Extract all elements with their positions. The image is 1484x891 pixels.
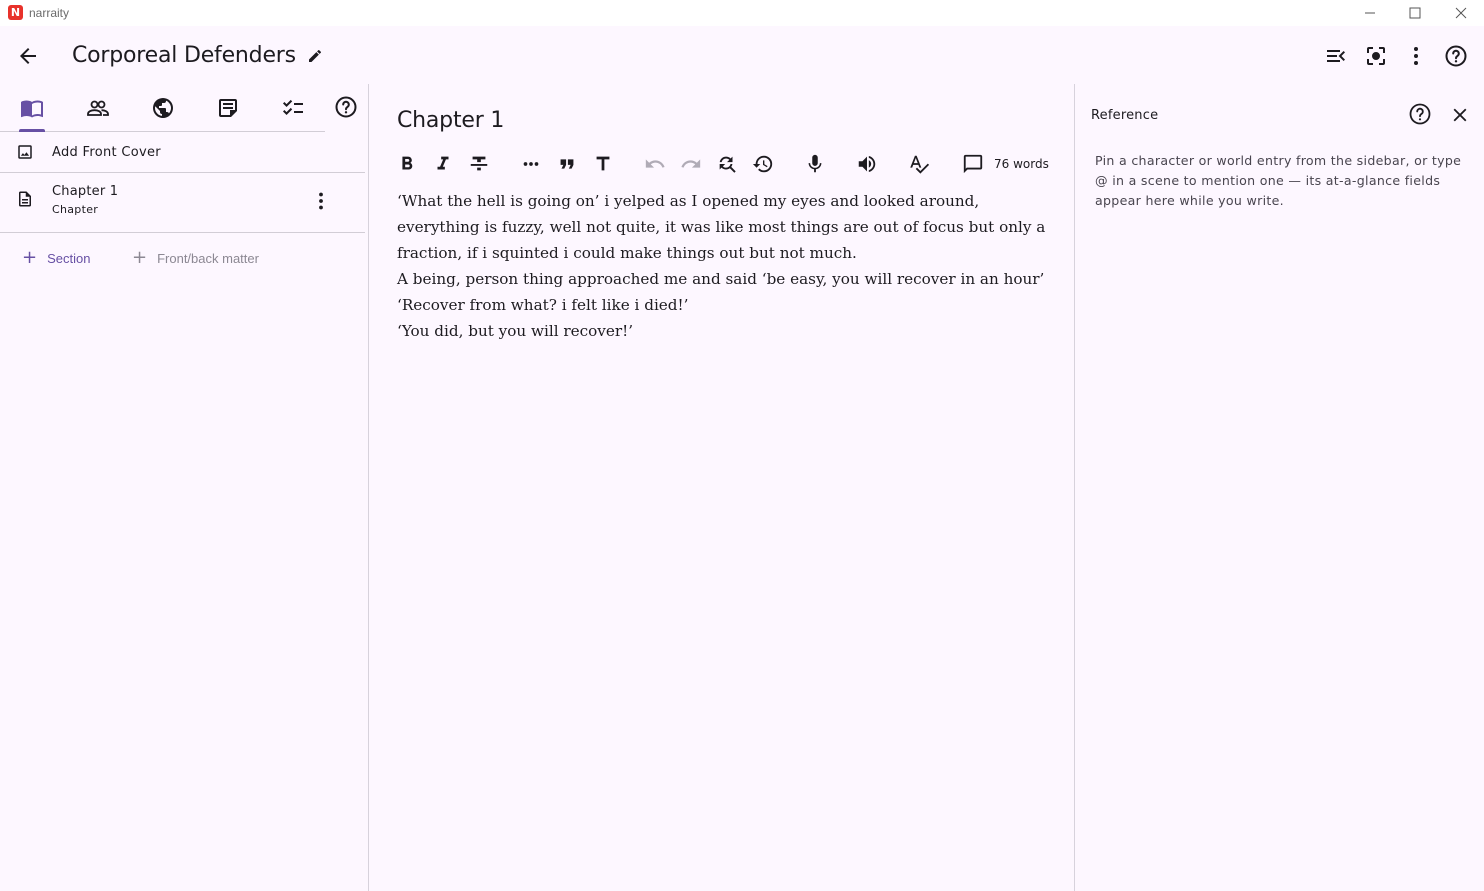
reference-title: Reference (1091, 108, 1159, 123)
add-section-button[interactable]: + Section (22, 248, 90, 268)
find-replace-icon (719, 156, 736, 173)
maximize-button[interactable] (1405, 3, 1425, 23)
book-title-text: Corporeal Defenders (72, 43, 296, 68)
globe-icon (153, 98, 173, 118)
redo-button[interactable] (679, 152, 703, 176)
help-icon[interactable] (1408, 102, 1432, 126)
more-options-button[interactable] (1402, 42, 1430, 70)
dictation-button[interactable] (803, 152, 827, 176)
volume-up-icon (858, 155, 876, 173)
focus-mode-button[interactable] (1362, 42, 1390, 70)
bold-icon (402, 156, 413, 170)
checklist-icon (283, 99, 303, 115)
plus-icon: + (22, 247, 38, 268)
title-icon (596, 156, 610, 171)
italic-icon (437, 156, 449, 170)
comment-icon (963, 154, 983, 174)
text-style-button[interactable] (591, 152, 615, 176)
reference-panel: Reference Pin a character or world entry… (1076, 84, 1484, 891)
tab-checklist[interactable] (279, 94, 307, 122)
paragraph-line: ‘Recover from what? i felt like i died!’ (397, 296, 689, 314)
arrow-back-icon (20, 48, 36, 64)
undo-button[interactable] (643, 152, 667, 176)
word-count: 76 words (994, 157, 1049, 171)
read-aloud-button[interactable] (855, 152, 879, 176)
spellcheck-button[interactable] (907, 152, 931, 176)
app-logo-icon: N (8, 5, 23, 20)
add-front-cover-label: Add Front Cover (52, 145, 161, 160)
paragraph-line: A being, person thing approached me and … (397, 270, 1045, 288)
center-focus-icon (1367, 47, 1385, 65)
paragraph-line: everything is fuzzy, well not quite, it … (397, 218, 1046, 236)
paragraph-line: ‘What the hell is going on’ i yelped as … (397, 192, 980, 210)
add-section-label: Section (47, 250, 91, 266)
undo-icon (645, 159, 665, 168)
app-name: narraity (29, 6, 70, 20)
edit-pencil-icon[interactable] (307, 48, 323, 64)
history-button[interactable] (751, 152, 775, 176)
sticky-note-icon (219, 99, 237, 117)
add-matter-label: Front/back matter (157, 250, 259, 266)
more-vert-icon[interactable] (309, 189, 333, 213)
tab-characters[interactable] (84, 94, 112, 122)
add-front-cover-item[interactable]: Add Front Cover (0, 133, 365, 173)
minimize-button[interactable] (1360, 3, 1380, 23)
mic-icon (808, 154, 822, 173)
quote-button[interactable] (555, 152, 579, 176)
more-vert-icon (1414, 47, 1418, 65)
help-button[interactable] (1442, 42, 1470, 70)
more-horiz-icon (523, 162, 539, 166)
list-item-chapter[interactable]: Chapter 1 Chapter (0, 173, 365, 233)
sidebar: Add Front Cover Chapter 1 Chapter + Sect… (0, 84, 369, 891)
find-replace-button[interactable] (715, 152, 739, 176)
sidebar-tabs (0, 84, 325, 132)
bold-button[interactable] (395, 152, 419, 176)
add-front-back-matter-button[interactable]: + Front/back matter (132, 248, 259, 268)
window-titlebar: N narraity (0, 0, 1484, 26)
paragraph-line: ‘You did, but you will recover!’ (397, 322, 634, 340)
spellcheck-icon (910, 155, 930, 174)
tab-notes[interactable] (214, 94, 242, 122)
close-icon[interactable] (1449, 104, 1471, 126)
active-tab-indicator (19, 129, 45, 132)
book-open-icon (21, 100, 43, 118)
chapter-type: Chapter (52, 203, 99, 216)
sidebar-help-button[interactable] (333, 94, 359, 120)
scene-break-button[interactable] (519, 152, 543, 176)
format-quote-icon (560, 159, 574, 169)
document-icon (19, 191, 31, 207)
back-button[interactable] (14, 42, 42, 70)
chapter-title: Chapter 1 (52, 184, 119, 199)
paragraph-line: fraction, if i squinted i could make thi… (397, 244, 857, 262)
reference-description: Pin a character or world entry from the … (1095, 153, 1462, 208)
tab-world[interactable] (149, 94, 177, 122)
comments-button[interactable] (961, 152, 985, 176)
close-window-button[interactable] (1451, 3, 1471, 23)
italic-button[interactable] (431, 152, 455, 176)
chapter-heading[interactable]: Chapter 1 (397, 108, 504, 133)
toggle-reference-button[interactable] (1322, 42, 1350, 70)
strikethrough-button[interactable] (467, 152, 491, 176)
image-icon (18, 145, 32, 159)
history-icon (752, 155, 773, 173)
redo-icon (681, 159, 701, 168)
people-icon (87, 100, 109, 116)
book-title[interactable]: Corporeal Defenders (72, 43, 323, 68)
app-header: Corporeal Defenders (0, 26, 1484, 84)
help-icon (335, 96, 357, 118)
help-icon (1445, 45, 1467, 67)
menu-open-icon (1327, 50, 1345, 62)
manuscript-text[interactable]: ‘What the hell is going on’ i yelped as … (397, 188, 1057, 344)
strikethrough-icon (470, 156, 488, 171)
tab-manuscript[interactable] (18, 94, 46, 122)
editor-pane: Chapter 1 76 words ‘What the hell is goi… (370, 84, 1075, 891)
plus-icon: + (132, 247, 148, 268)
